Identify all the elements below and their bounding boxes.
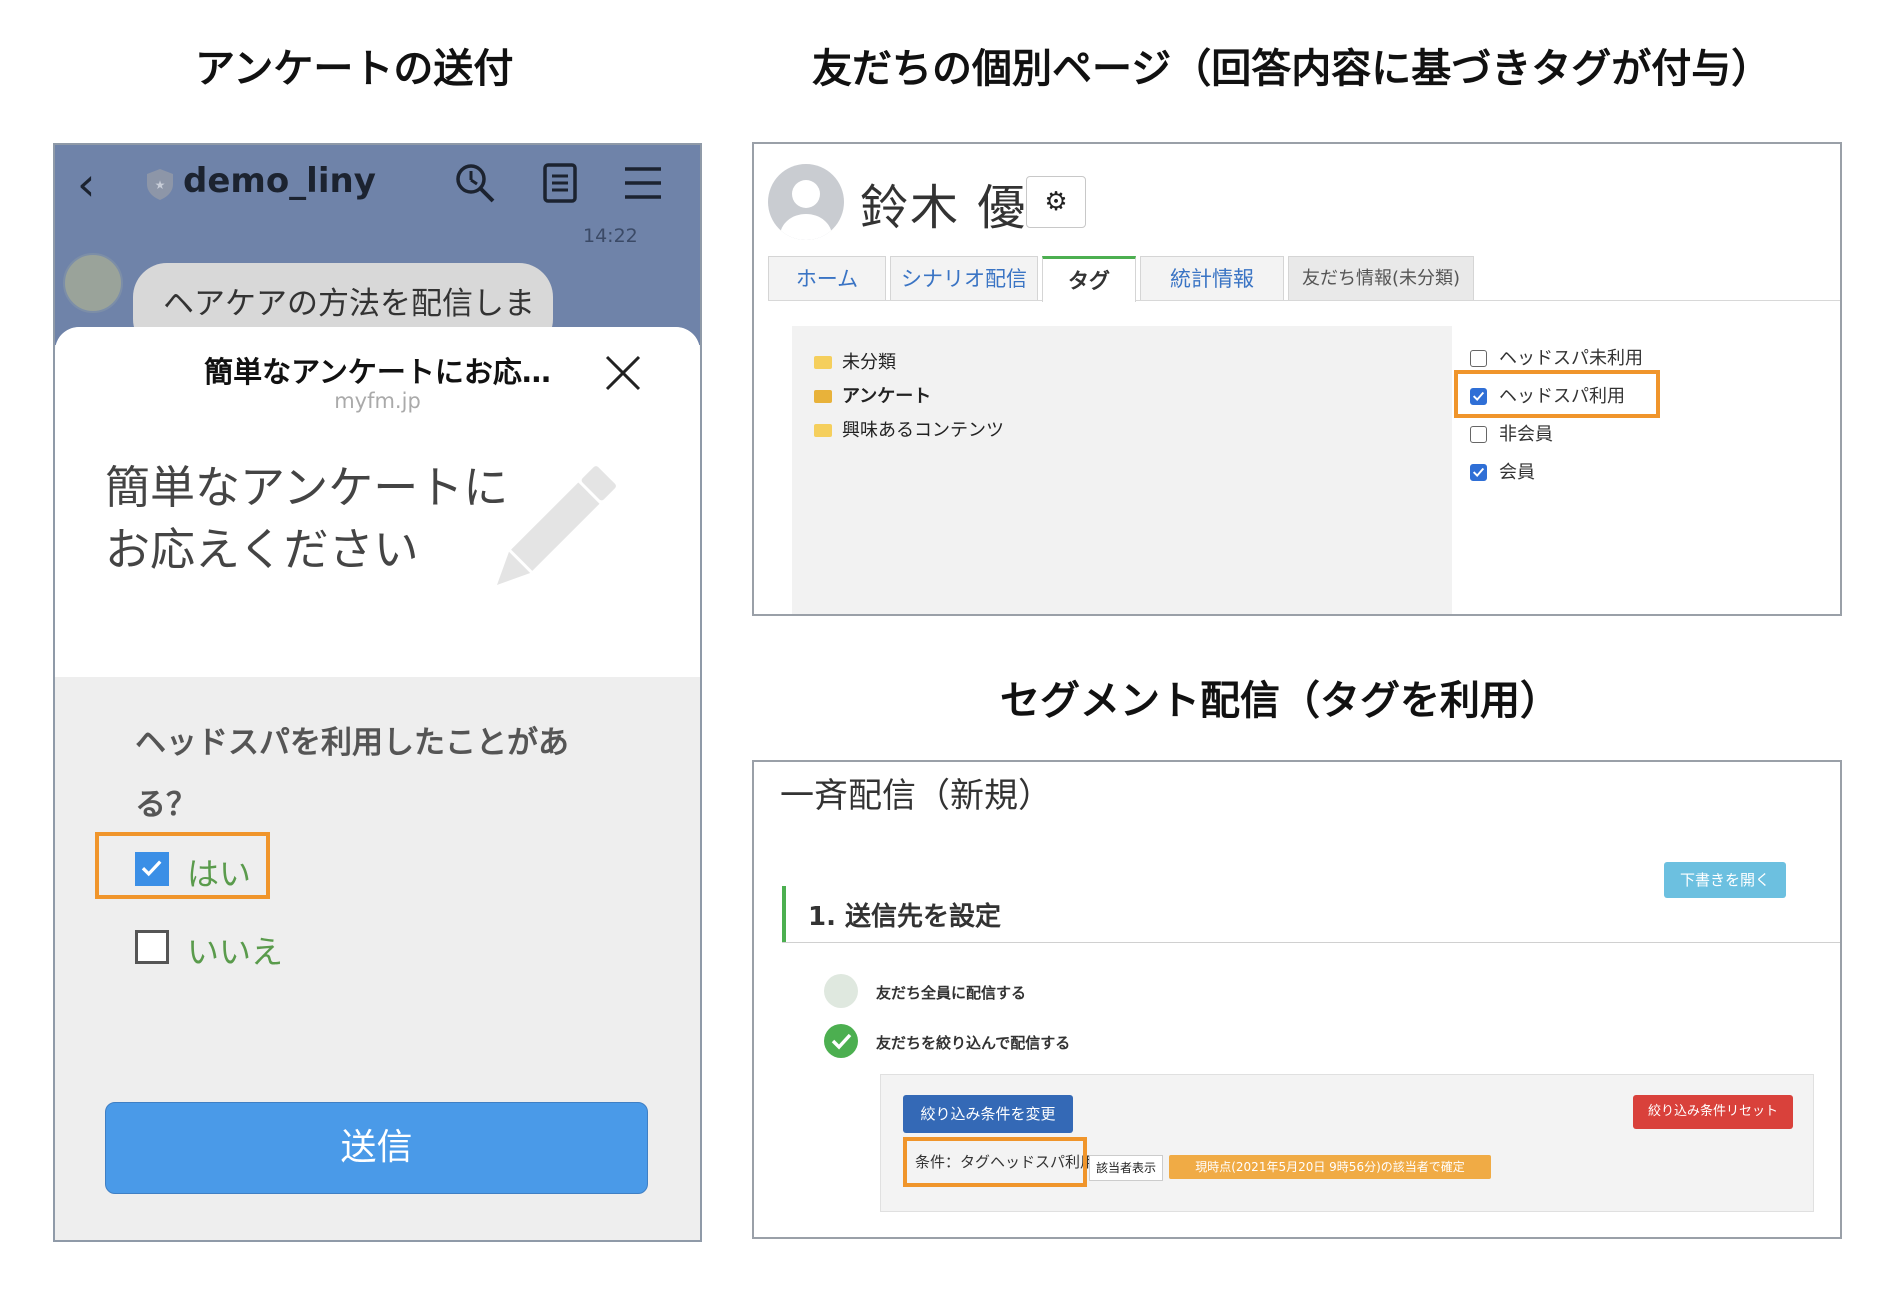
tab-home[interactable]: ホーム — [768, 256, 886, 300]
tag-item[interactable]: ヘッドスパ未利用 — [1470, 344, 1643, 370]
checkmark-icon — [1472, 467, 1485, 478]
account-name: demo_liny — [183, 161, 376, 201]
folder-item-active[interactable]: アンケート — [814, 382, 931, 408]
radio-filter-label: 友だちを絞り込んで配信する — [876, 1034, 1071, 1052]
user-avatar — [768, 164, 844, 240]
hero-line-2: お応えください — [105, 523, 419, 576]
tag-folder-tree: 未分類 アンケート 興味あるコンテンツ — [792, 326, 1452, 614]
gear-icon: ⚙ — [1044, 187, 1068, 217]
radio-filter-friends[interactable] — [824, 1024, 858, 1058]
pencil-icon — [496, 466, 616, 586]
survey-hero-text: 簡単なアンケートに お応えください — [105, 457, 525, 581]
tag-checkbox-checked[interactable] — [1470, 464, 1487, 481]
hero-line-1: 簡単なアンケートに — [105, 461, 509, 514]
folder-label: 興味あるコンテンツ — [842, 420, 1004, 441]
tab-tags[interactable]: タグ — [1042, 256, 1136, 302]
folder-label: 未分類 — [842, 352, 896, 373]
tag-item[interactable]: 会員 — [1470, 458, 1535, 484]
checkbox-unchecked[interactable] — [135, 930, 169, 964]
show-matches-button[interactable]: 該当者表示 — [1089, 1155, 1163, 1181]
svg-text:★: ★ — [155, 178, 166, 192]
option-no-label: いいえ — [187, 933, 284, 971]
survey-sheet: 簡単なアンケートにお応… myfm.jp 簡単なアンケートに お応えください ヘ… — [55, 327, 700, 1240]
chat-header: ‹ ★ demo_liny — [55, 145, 700, 225]
friend-profile-panel: 鈴木 優 ⚙ ホーム シナリオ配信 タグ 統計情報 友だち情報(未分類) 未分類… — [752, 142, 1842, 616]
folder-open-icon — [814, 390, 832, 403]
profile-tabs: ホーム シナリオ配信 タグ 統計情報 友だち情報(未分類) — [768, 256, 1840, 302]
notes-icon[interactable] — [539, 161, 583, 205]
change-filter-button[interactable]: 絞り込み条件を変更 — [903, 1095, 1073, 1133]
step-accent-bar — [782, 886, 786, 942]
highlight-box-tag — [1454, 370, 1660, 418]
folder-item[interactable]: 興味あるコンテンツ — [814, 416, 1004, 442]
search-icon[interactable] — [453, 161, 497, 205]
reset-filter-button[interactable]: 絞り込み条件リセット — [1633, 1095, 1793, 1129]
tag-label: 会員 — [1499, 462, 1535, 483]
tab-stats[interactable]: 統計情報 — [1140, 256, 1284, 300]
segment-broadcast-panel: 一斉配信（新規） 下書きを開く 1. 送信先を設定 友だち全員に配信する 友だち… — [752, 760, 1842, 1239]
tag-label: 非会員 — [1499, 424, 1553, 445]
profile-section-title: 友だちの個別ページ（回答内容に基づきタグが付与） — [812, 46, 1772, 92]
tag-label: ヘッドスパ未利用 — [1499, 348, 1643, 369]
tag-item[interactable]: 非会員 — [1470, 420, 1553, 446]
page-title: 一斉配信（新規） — [780, 776, 1052, 816]
menu-icon[interactable] — [621, 161, 665, 205]
shield-icon: ★ — [147, 169, 173, 200]
close-icon[interactable] — [603, 353, 643, 393]
user-name: 鈴木 優 — [860, 180, 1028, 236]
back-icon[interactable]: ‹ — [77, 157, 95, 211]
message-text: ヘアケアの方法を配信しま — [163, 286, 535, 322]
submit-button[interactable]: 送信 — [105, 1102, 648, 1194]
folder-item[interactable]: 未分類 — [814, 348, 896, 374]
user-silhouette-icon — [780, 180, 832, 240]
highlight-box-condition — [903, 1137, 1087, 1187]
sender-avatar — [63, 253, 123, 313]
status-badge: 現時点(2021年5月20日 9時56分)の該当者で確定 — [1169, 1155, 1491, 1179]
radio-all-label: 友だち全員に配信する — [876, 984, 1027, 1002]
step-divider — [782, 942, 1840, 943]
folder-icon — [814, 424, 832, 437]
folder-icon — [814, 356, 832, 369]
checkmark-icon — [831, 1033, 852, 1050]
folder-label: アンケート — [842, 386, 932, 407]
tab-friend-info[interactable]: 友だち情報(未分類) — [1288, 256, 1474, 300]
survey-question: ヘッドスパを利用したことがあ る？ — [135, 712, 615, 836]
message-time: 14:22 — [583, 225, 638, 247]
step-title: 1. 送信先を設定 — [808, 902, 1002, 932]
filter-box: 絞り込み条件を変更 絞り込み条件リセット 条件：タグヘッドスパ利用 該当者表示 … — [880, 1074, 1814, 1212]
option-no[interactable]: いいえ — [135, 927, 335, 971]
radio-all-friends[interactable] — [824, 974, 858, 1008]
phone-screenshot: ‹ ★ demo_liny 14:22 ヘアケアの方法を配信しま 簡単なアンケー — [53, 143, 702, 1242]
question-line-2: る？ — [135, 787, 197, 823]
highlight-box-yes — [95, 832, 270, 899]
settings-button[interactable]: ⚙ — [1026, 176, 1086, 228]
tag-checkbox[interactable] — [1470, 426, 1487, 443]
tag-checkbox[interactable] — [1470, 350, 1487, 367]
question-line-1: ヘッドスパを利用したことがあ — [135, 725, 569, 761]
segment-section-title: セグメント配信（タグを利用） — [1000, 678, 1560, 724]
open-draft-button[interactable]: 下書きを開く — [1664, 862, 1786, 898]
survey-section-title: アンケートの送付 — [195, 46, 514, 92]
tab-scenario[interactable]: シナリオ配信 — [890, 256, 1038, 300]
